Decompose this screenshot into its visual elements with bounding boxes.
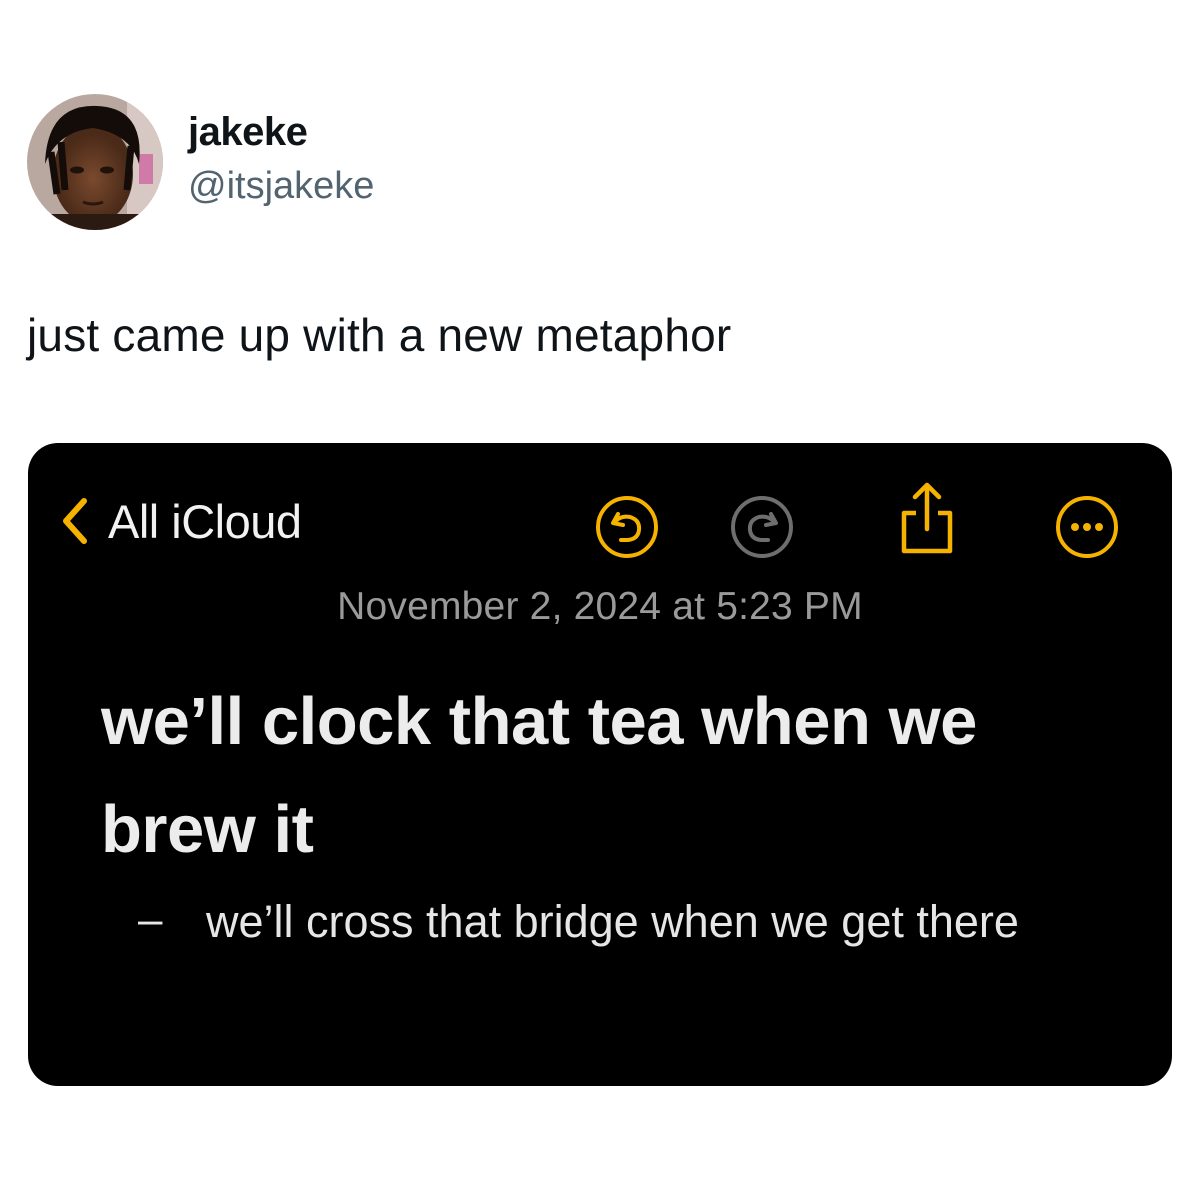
note-date: November 2, 2024 at 5:23 PM: [337, 585, 863, 628]
tweet-text: just came up with a new metaphor: [27, 309, 732, 361]
author-display-name[interactable]: jakeke: [188, 110, 308, 155]
tweet-screenshot: jakeke @itsjakeke just came up with a ne…: [0, 0, 1200, 1200]
share-icon[interactable]: [896, 481, 958, 557]
note-screenshot: All iCloud November 2, 2024 at 5:23 PM w…: [28, 443, 1172, 1086]
bullet-marker: –: [138, 895, 163, 944]
avatar-image: [27, 94, 163, 230]
note-title[interactable]: we’ll clock that tea when we brew it: [101, 668, 1101, 884]
chevron-left-icon: [63, 498, 87, 544]
note-bullet-text[interactable]: we’ll cross that bridge when we get ther…: [206, 886, 1066, 957]
avatar[interactable]: [27, 94, 163, 230]
undo-icon[interactable]: [594, 494, 660, 560]
back-button-label: All iCloud: [108, 494, 302, 548]
author-handle[interactable]: @itsjakeke: [188, 165, 374, 208]
more-icon[interactable]: [1054, 494, 1120, 560]
back-button[interactable]: All iCloud: [54, 491, 302, 551]
redo-icon[interactable]: [729, 494, 795, 560]
